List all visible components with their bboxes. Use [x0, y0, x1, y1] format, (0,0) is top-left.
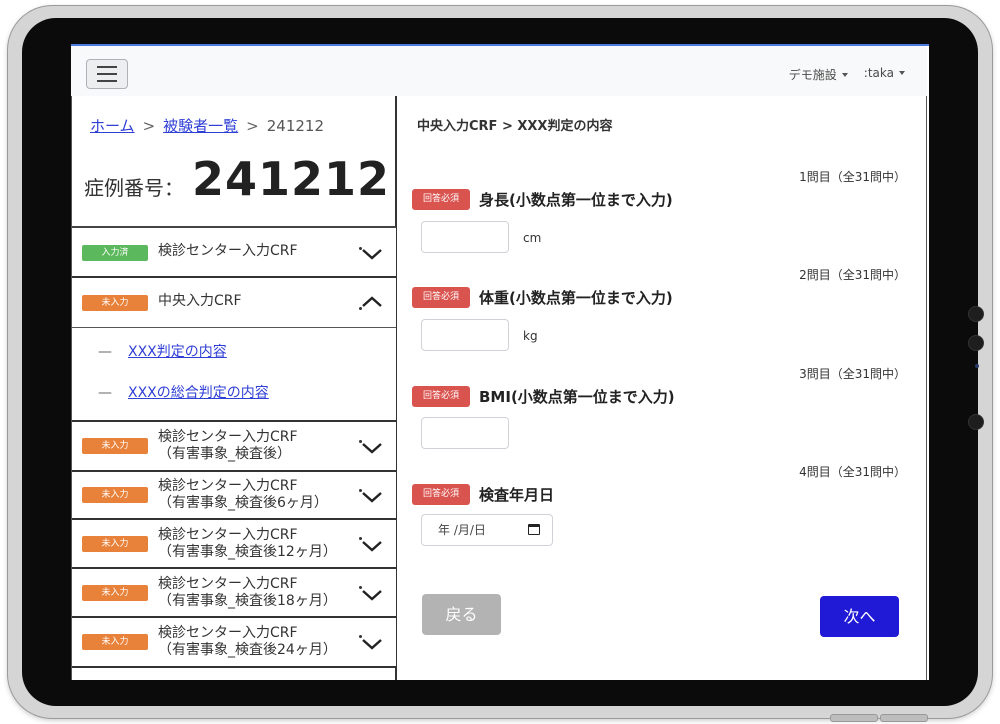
crf-subitem-link[interactable]: XXXの総合判定の内容 — [128, 385, 269, 401]
crf-section-title: 検診センター入力CRF — [158, 243, 298, 259]
chevron-down-icon[interactable] — [360, 583, 384, 607]
crf-section[interactable]: 入力済 検診センター入力CRF — [72, 228, 396, 278]
date-placeholder: 年 /月/日 — [438, 523, 486, 537]
question-title: 身長(小数点第一位まで入力) — [479, 191, 673, 209]
crf-section-subtitle: （有害事象_検査後12ヶ月） — [158, 544, 337, 560]
chevron-down-icon[interactable] — [360, 436, 384, 460]
case-number: 241212 — [192, 152, 391, 206]
question-title: 検査年月日 — [479, 486, 555, 504]
chevron-down-icon[interactable] — [360, 242, 384, 266]
sidebar: ホーム > 被験者一覧 >241212 症例番号： 241212 入力済 検診センター… — [71, 96, 397, 680]
crf-section-subtitle: （有害事象_検査後24ヶ月） — [158, 642, 337, 658]
required-badge: 回答必須 — [412, 484, 470, 505]
top-navbar: デモ施設 :taka — [71, 46, 927, 97]
crf-section-title: 検診センター入力CRF （有害事象_検査後6ヶ月） — [158, 478, 328, 512]
crf-subitem-list: — XXX判定の内容 — XXXの総合判定の内容 — [72, 328, 396, 422]
unit-label: kg — [523, 329, 538, 343]
dash: — — [98, 385, 112, 401]
crf-subitem[interactable]: — XXX判定の内容 — [98, 341, 227, 361]
app-screen: デモ施設 :taka ホーム > 被験者一覧 >241212 症例番号： 241212… — [71, 44, 929, 680]
breadcrumb-separator: > — [142, 117, 156, 135]
status-badge: 未入力 — [82, 438, 148, 454]
back-button[interactable]: 戻る — [422, 594, 501, 635]
question-counter: 4問目（全31問中） — [799, 465, 906, 479]
exam-date-input[interactable]: 年 /月/日 — [421, 514, 553, 546]
crf-section-title-line: 検診センター入力CRF — [158, 625, 298, 641]
status-badge: 未入力 — [82, 585, 148, 601]
question-counter: 1問目（全31問中） — [799, 170, 906, 184]
crf-section[interactable]: 未入力 検診センター入力CRF （有害事象_検査後12ヶ月） — [72, 520, 396, 569]
crf-section[interactable]: 未入力 検診センター入力CRF （有害事象_検査後） — [72, 422, 396, 472]
crf-subitem[interactable]: — XXXの総合判定の内容 — [98, 382, 269, 402]
user-dropdown[interactable]: :taka — [864, 66, 905, 83]
case-header: 症例番号： 241212 — [84, 152, 390, 206]
crf-section-title: 検診センター入力CRF （有害事象_検査後12ヶ月） — [158, 527, 337, 561]
required-badge: 回答必須 — [412, 386, 470, 407]
top-nav: デモ施設 :taka — [789, 66, 905, 83]
indicator-light — [975, 364, 979, 368]
breadcrumb-current: 241212 — [266, 117, 324, 135]
chevron-up-icon[interactable] — [360, 290, 384, 314]
question-title: BMI(小数点第一位まで入力) — [479, 388, 675, 406]
status-badge: 未入力 — [82, 634, 148, 650]
bmi-input[interactable] — [421, 417, 509, 449]
hamburger-icon — [97, 66, 117, 68]
unit-label: cm — [523, 231, 542, 245]
crf-subitem-link[interactable]: XXX判定の内容 — [128, 344, 227, 360]
breadcrumb: ホーム > 被験者一覧 >241212 — [90, 115, 324, 136]
status-badge: 未入力 — [82, 536, 148, 552]
crf-section-title: 検診センター入力CRF （有害事象_検査後24ヶ月） — [158, 625, 337, 659]
weight-input[interactable] — [421, 319, 509, 351]
chevron-down-icon[interactable] — [360, 534, 384, 558]
breadcrumb-subjects-link[interactable]: 被験者一覧 — [163, 117, 238, 135]
menu-toggle-button[interactable] — [86, 59, 128, 89]
sensor-icon — [968, 335, 984, 351]
crf-section-subtitle: （有害事象_検査後18ヶ月） — [158, 593, 337, 609]
question-counter: 2問目（全31問中） — [799, 268, 906, 282]
hardware-key — [880, 714, 928, 722]
dash: — — [98, 344, 112, 360]
camera-icon — [968, 306, 984, 322]
crf-form: 中央入力CRF > XXX判定の内容 1問目（全31問中） 回答必須 身長(小数… — [397, 96, 927, 680]
crf-section[interactable]: 未入力 検診センター入力CRF （有害事象_検査後18ヶ月） — [72, 569, 396, 618]
chevron-down-icon[interactable] — [360, 632, 384, 656]
crf-section-title-line: 検診センター入力CRF — [158, 576, 298, 592]
page-breadcrumb: 中央入力CRF > XXX判定の内容 — [417, 119, 613, 134]
height-input[interactable] — [421, 221, 509, 253]
question-counter: 3問目（全31問中） — [799, 367, 906, 381]
status-badge: 入力済 — [82, 245, 148, 261]
crf-section-title: 検診センター入力CRF （有害事象_検査後） — [158, 429, 298, 463]
question-title: 体重(小数点第一位まで入力) — [479, 289, 673, 307]
required-badge: 回答必須 — [412, 287, 470, 308]
next-button[interactable]: 次へ — [820, 596, 899, 637]
chevron-down-icon[interactable] — [360, 485, 384, 509]
breadcrumb-separator: > — [246, 117, 259, 135]
breadcrumb-home-link[interactable]: ホーム — [90, 117, 135, 135]
crf-section[interactable]: 未入力 検診センター入力CRF （有害事象_検査後24ヶ月） — [72, 618, 396, 668]
crf-section-title-line: 検診センター入力CRF — [158, 478, 298, 494]
crf-section-title: 検診センター入力CRF （有害事象_検査後18ヶ月） — [158, 576, 337, 610]
case-number-label: 症例番号： — [84, 176, 184, 200]
crf-section[interactable]: 未入力 検診センター入力CRF （有害事象_検査後6ヶ月） — [72, 472, 396, 520]
sensor-icon — [968, 414, 984, 430]
hardware-key — [830, 714, 878, 722]
crf-section-expanded[interactable]: 未入力 中央入力CRF — [72, 278, 396, 328]
crf-section-subtitle: （有害事象_検査後） — [158, 446, 291, 462]
hamburger-icon — [97, 80, 117, 82]
status-badge: 未入力 — [82, 295, 148, 311]
calendar-icon[interactable] — [528, 524, 540, 535]
crf-section-subtitle: （有害事象_検査後6ヶ月） — [158, 495, 328, 511]
hamburger-icon — [97, 73, 117, 75]
crf-section-title: 中央入力CRF — [158, 293, 242, 309]
facility-dropdown[interactable]: デモ施設 — [789, 66, 848, 83]
status-badge: 未入力 — [82, 487, 148, 503]
crf-section-title-line: 検診センター入力CRF — [158, 527, 298, 543]
required-badge: 回答必須 — [412, 189, 470, 210]
crf-section-title-line: 検診センター入力CRF — [158, 429, 298, 445]
